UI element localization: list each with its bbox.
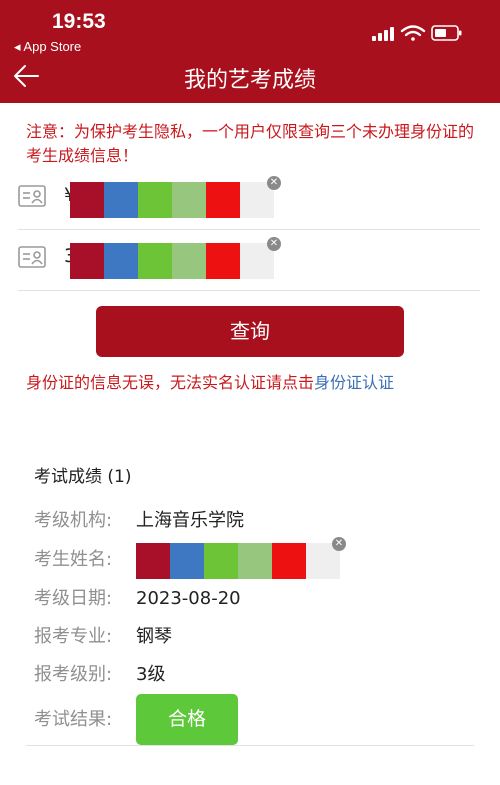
redaction-block	[70, 182, 274, 218]
battery-icon	[431, 25, 462, 41]
redaction-swatch	[172, 182, 206, 218]
field-value: 钢琴	[136, 626, 172, 647]
privacy-notice: 注意：为保护考生隐私，一个用户仅限查询三个未办理身份证的考生成绩信息！	[26, 122, 475, 165]
results-section-title: 考试成绩 (1)	[34, 467, 132, 487]
field-label: 考级日期:	[34, 588, 113, 609]
status-icons	[372, 25, 462, 41]
result-field-organization: 考级机构: 上海音乐学院	[34, 506, 474, 536]
query-button[interactable]: 查询	[96, 306, 404, 357]
status-time: 19:53	[52, 10, 106, 33]
redaction-swatch	[136, 543, 170, 579]
field-label: 报考级别:	[34, 664, 113, 685]
field-label: 考试结果:	[34, 709, 113, 730]
signal-icon	[372, 27, 394, 41]
clear-icon[interactable]: ✕	[267, 176, 281, 190]
redaction-swatch	[170, 543, 204, 579]
back-to-app-store-link[interactable]: ◂ App Store	[14, 39, 81, 55]
id-number-field-1[interactable]: ¥ ✕	[18, 168, 480, 230]
field-value: 2023-08-20	[136, 588, 241, 609]
redaction-swatch	[138, 243, 172, 279]
redaction-swatch	[272, 543, 306, 579]
redaction-swatch	[206, 243, 240, 279]
redaction-block	[136, 543, 340, 579]
redaction-swatch	[70, 182, 104, 218]
redaction-swatch	[172, 243, 206, 279]
redaction-swatch	[206, 182, 240, 218]
hint-text: 身份证的信息无误，无法实名认证请点击	[26, 373, 315, 392]
clear-icon[interactable]: ✕	[267, 237, 281, 251]
id-card-icon	[18, 185, 46, 207]
field-value: 上海音乐学院	[136, 510, 244, 531]
result-field-outcome: 考试结果: 合格	[34, 694, 474, 745]
wifi-icon	[400, 25, 426, 41]
app-header: 19:53 ◂ App Store 我的艺考成绩	[0, 0, 500, 103]
redaction-swatch	[204, 543, 238, 579]
field-label: 考级机构:	[34, 510, 113, 531]
id-number-field-2[interactable]: 3 ✕	[18, 229, 480, 291]
redaction-swatch	[104, 182, 138, 218]
redaction-swatch	[70, 243, 104, 279]
divider	[26, 745, 474, 746]
redaction-swatch	[238, 543, 272, 579]
id-verify-hint: 身份证的信息无误，无法实名认证请点击身份证认证	[26, 369, 394, 393]
id-verification-link[interactable]: 身份证认证	[314, 373, 394, 392]
result-field-exam-date: 考级日期: 2023-08-20	[34, 584, 474, 614]
redaction-swatch	[104, 243, 138, 279]
redaction-block	[70, 243, 274, 279]
id-card-icon	[18, 246, 46, 268]
result-field-level: 报考级别: 3级	[34, 660, 474, 690]
redaction-swatch	[138, 182, 172, 218]
field-value: 3级	[136, 664, 166, 685]
result-field-major: 报考专业: 钢琴	[34, 622, 474, 652]
clear-icon: ✕	[332, 537, 346, 551]
page-title: 我的艺考成绩	[183, 68, 316, 93]
result-field-candidate-name: 考生姓名: ✕	[34, 537, 474, 579]
field-label: 考生姓名:	[34, 549, 113, 570]
pass-badge: 合格	[136, 694, 238, 745]
field-label: 报考专业:	[34, 626, 113, 647]
